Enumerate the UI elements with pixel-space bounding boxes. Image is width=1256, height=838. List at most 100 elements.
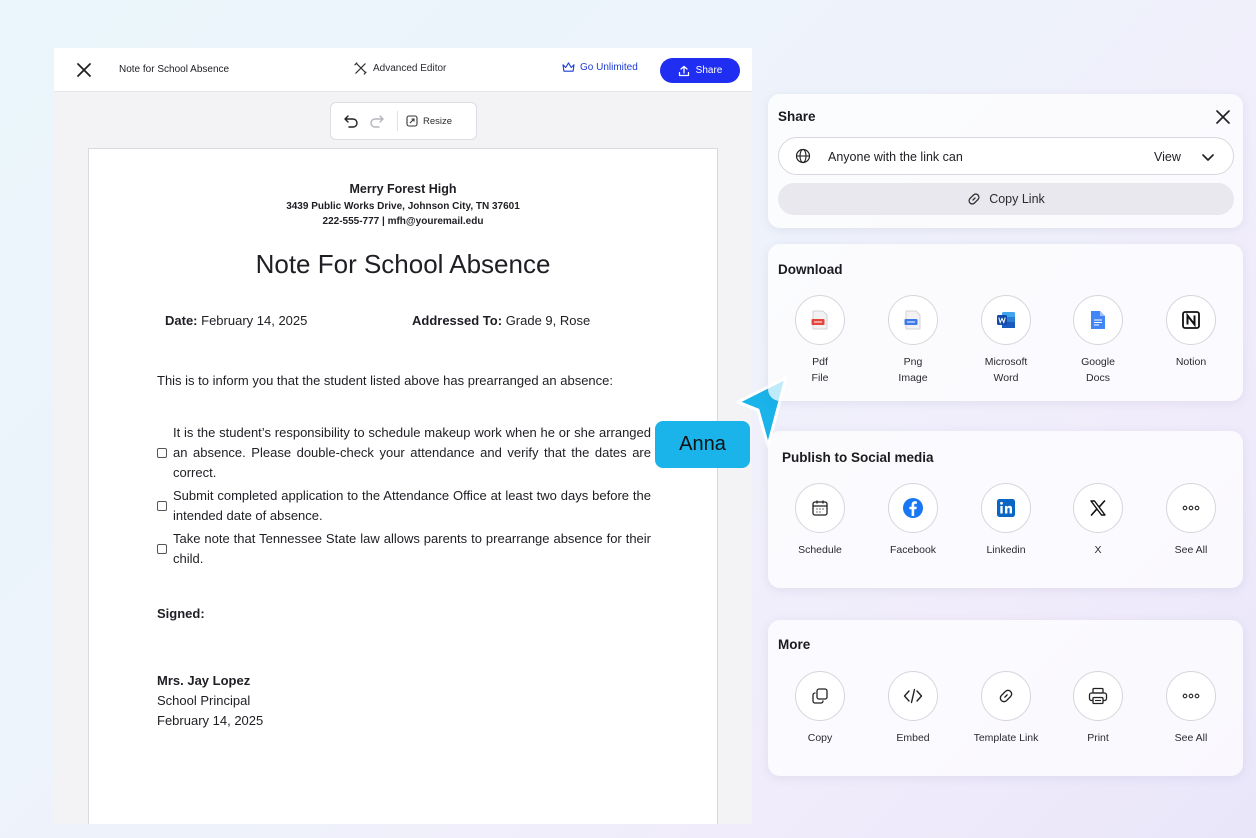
google-docs-icon — [1091, 311, 1105, 329]
printer-icon — [1088, 687, 1108, 705]
signed-date: February 14, 2025 — [157, 713, 264, 728]
pdf-file-icon — [811, 310, 828, 330]
download-word-button[interactable]: Microsoft Word — [961, 295, 1051, 386]
copy-link-label: Copy Link — [989, 192, 1045, 206]
download-pdf-button[interactable]: Pdf File — [775, 295, 865, 386]
undo-icon — [344, 115, 358, 128]
linkedin-icon — [997, 499, 1015, 517]
resize-button[interactable]: Resize — [406, 115, 452, 127]
social-see-all-button[interactable]: See All — [1146, 483, 1236, 558]
signed-label: Signed: — [157, 606, 205, 621]
download-png-button[interactable]: Png Image — [868, 295, 958, 386]
download-panel: Download Pdf File Png Image Microsoft Wo… — [768, 244, 1243, 401]
download-notion-button[interactable]: Notion — [1146, 295, 1236, 370]
facebook-circle — [888, 483, 938, 533]
more-see-all-label: See All — [1174, 732, 1208, 744]
download-pdf-circle — [795, 295, 845, 345]
download-google-docs-button[interactable]: Google Docs — [1053, 295, 1143, 386]
download-word-label: Microsoft Word — [961, 354, 1051, 386]
addressed-to-line: Addressed To: Grade 9, Rose — [412, 313, 590, 328]
link-access-dropdown[interactable]: Anyone with the link can View — [778, 137, 1234, 175]
download-google-docs-circle — [1073, 295, 1123, 345]
download-google-docs-label-line2: Docs — [1086, 372, 1110, 384]
download-pdf-label-line2: File — [811, 372, 829, 384]
close-icon[interactable] — [74, 60, 94, 80]
more-panel-title: More — [778, 637, 811, 652]
addressed-to-label: Addressed To: — [412, 313, 503, 328]
download-png-circle — [888, 295, 938, 345]
copy-link-button[interactable]: Copy Link — [778, 183, 1234, 215]
schedule-button[interactable]: Schedule — [775, 483, 865, 558]
facebook-label: Facebook — [889, 544, 937, 556]
linkedin-button[interactable]: Linkedin — [961, 483, 1051, 558]
school-address: 3439 Public Works Drive, Johnson City, T… — [286, 201, 520, 212]
checklist-text: It is the student’s responsibility to sc… — [173, 425, 651, 480]
x-logo-icon — [1090, 500, 1106, 516]
download-pdf-label: Pdf File — [775, 354, 865, 386]
embed-circle — [888, 671, 938, 721]
template-link-label: Template Link — [973, 732, 1039, 744]
redo-button[interactable] — [367, 111, 387, 131]
x-label: X — [1094, 544, 1102, 556]
collaborator-label: Anna — [655, 421, 750, 468]
template-link-circle — [981, 671, 1031, 721]
embed-code-icon — [903, 688, 923, 704]
checkbox[interactable] — [157, 448, 167, 458]
download-word-circle — [981, 295, 1031, 345]
advanced-editor-label: Advanced Editor — [373, 63, 447, 74]
intro-paragraph: This is to inform you that the student l… — [157, 373, 613, 388]
copy-button[interactable]: Copy — [775, 671, 865, 746]
schedule-label: Schedule — [798, 544, 842, 556]
embed-button[interactable]: Embed — [868, 671, 958, 746]
checkbox[interactable] — [157, 501, 167, 511]
social-see-all-label: See All — [1174, 544, 1208, 556]
template-link-button[interactable]: Template Link — [961, 671, 1051, 746]
document-page[interactable]: Merry Forest High 3439 Public Works Driv… — [88, 148, 718, 824]
x-circle — [1073, 483, 1123, 533]
social-see-all-circle — [1166, 483, 1216, 533]
checklist-text: Submit completed application to the Atte… — [173, 488, 651, 523]
x-button[interactable]: X — [1053, 483, 1143, 558]
facebook-button[interactable]: Facebook — [868, 483, 958, 558]
download-png-label-line1: Png — [903, 356, 923, 368]
download-word-label-line2: Word — [993, 372, 1019, 384]
date-line: Date: February 14, 2025 — [165, 313, 307, 328]
download-notion-label-line1: Notion — [1175, 356, 1207, 368]
microsoft-word-icon — [997, 312, 1015, 328]
social-panel: Publish to Social media Schedule Faceboo… — [768, 431, 1243, 588]
upload-icon — [678, 65, 689, 76]
link-icon — [999, 689, 1013, 703]
share-button[interactable]: Share — [660, 58, 740, 83]
checklist-item: It is the student’s responsibility to sc… — [157, 423, 651, 483]
copy-circle — [795, 671, 845, 721]
copy-label: Copy — [807, 732, 833, 744]
print-circle — [1073, 671, 1123, 721]
school-contact: 222-555-777 | mfh@youremail.edu — [322, 216, 484, 227]
more-see-all-circle — [1166, 671, 1216, 721]
print-label: Print — [1087, 732, 1109, 744]
edit-toolbar: Resize — [330, 102, 477, 140]
go-unlimited-button[interactable]: Go Unlimited — [562, 62, 638, 73]
checklist-item: Submit completed application to the Atte… — [157, 486, 651, 526]
chevron-down-icon — [1202, 154, 1214, 161]
undo-button[interactable] — [341, 111, 361, 131]
link-icon — [968, 193, 980, 205]
checklist-item: Take note that Tennessee State law allow… — [157, 529, 651, 569]
more-panel: More Copy Embed Template Link Print See … — [768, 620, 1243, 776]
toolbar-divider — [397, 111, 398, 131]
more-dots-icon — [1182, 505, 1200, 511]
embed-label: Embed — [896, 732, 930, 744]
more-see-all-button[interactable]: See All — [1146, 671, 1236, 746]
print-button[interactable]: Print — [1053, 671, 1143, 746]
download-panel-title: Download — [778, 262, 843, 277]
download-png-label: Png Image — [868, 354, 958, 386]
checkbox[interactable] — [157, 544, 167, 554]
advanced-editor-button[interactable]: Advanced Editor — [354, 62, 446, 75]
school-name: Merry Forest High — [349, 182, 457, 196]
redo-icon — [370, 115, 384, 128]
crown-icon — [562, 62, 575, 72]
link-access-value: View — [1154, 150, 1181, 164]
close-icon[interactable] — [1214, 108, 1232, 126]
linkedin-label: Linkedin — [986, 544, 1026, 556]
download-notion-circle — [1166, 295, 1216, 345]
